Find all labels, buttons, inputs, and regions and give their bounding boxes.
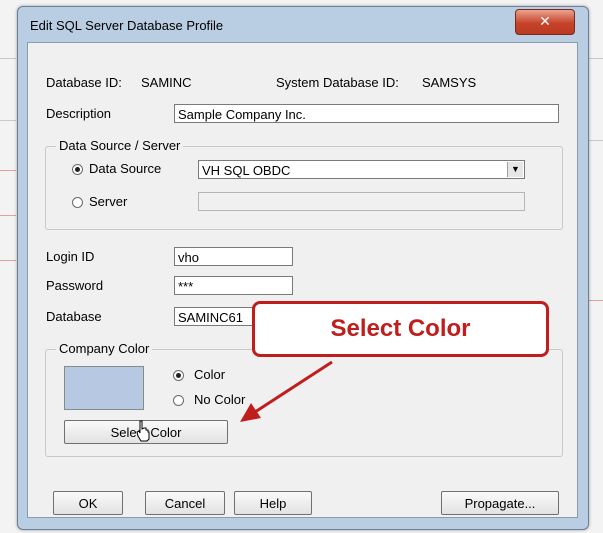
annotation-arrow [240,360,333,422]
select-color-callout: Select Color [252,301,549,357]
hand-cursor-icon [136,420,150,442]
